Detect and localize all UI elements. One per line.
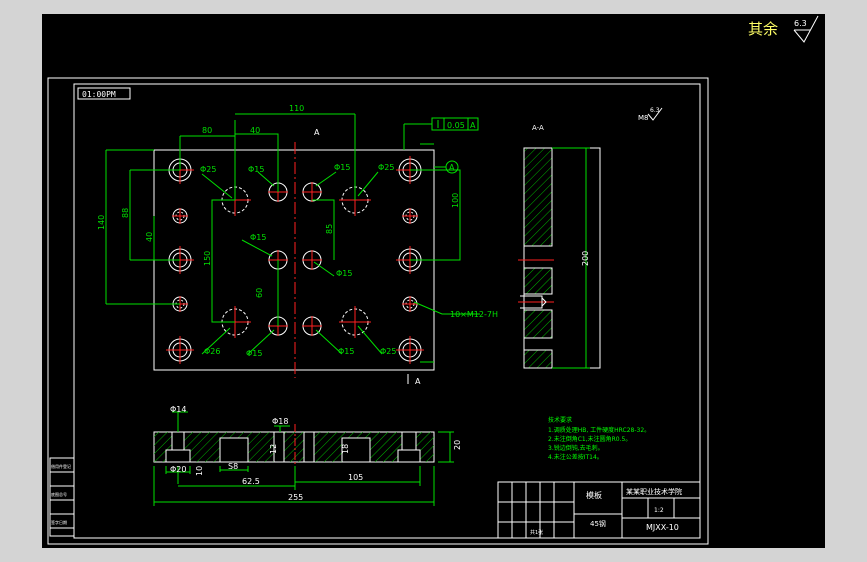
label-phi25-a: Φ25 — [200, 165, 216, 174]
tolerance-value: 0.05 — [447, 121, 465, 130]
dim-150: 150 — [203, 251, 212, 266]
label-phi25-b: Φ25 — [378, 163, 394, 172]
section-hatch-bottom — [523, 349, 553, 369]
section-hatch-upper — [523, 147, 553, 247]
dim-85: 85 — [325, 224, 334, 234]
label-thread: 10×M12-7H — [450, 310, 498, 319]
scale-box-text: 01:00PM — [82, 90, 116, 99]
tech-note-1: 1.调质处理HB, 工件硬度HRC28-32。 — [548, 426, 650, 434]
left-block-row-1: 借用件登记 — [51, 463, 71, 469]
left-block-row-5: 签字日期 — [51, 519, 67, 525]
elevation-hatch — [154, 432, 434, 462]
dim-40-top: 40 — [250, 126, 260, 135]
elev-105: 105 — [348, 473, 363, 482]
corner-note-text: 其余 — [748, 20, 778, 38]
roughness-note-prefix: M8 — [638, 114, 649, 122]
title-drawing-no: MJXX-10 — [646, 523, 679, 532]
elev-a: 12 — [269, 444, 278, 454]
plate-outline — [153, 149, 435, 371]
dim-140: 140 — [97, 215, 106, 230]
elevation-view: Φ14 Φ18 Φ20 10 S8 62.5 105 255 20 12 18 — [153, 405, 462, 506]
tech-notes: 技术要求 1.调质处理HB, 工件硬度HRC28-32。 2.未注倒角C1,未注… — [548, 416, 650, 461]
datum-label: A — [449, 163, 455, 172]
inner-frame — [73, 83, 701, 539]
elev-phi14: Φ14 — [170, 405, 186, 414]
label-phi15-a: Φ15 — [248, 165, 264, 174]
elev-s8: S8 — [228, 462, 238, 471]
elev-10: 10 — [195, 466, 204, 476]
title-part-name: 模板 — [586, 490, 602, 500]
label-phi15-d: Φ15 — [336, 269, 352, 278]
section-label-top: A — [314, 128, 320, 137]
elev-20: 20 — [453, 440, 462, 450]
plan-dimension-lines — [105, 113, 461, 363]
section-hatch-mid — [523, 267, 553, 295]
dim-110: 110 — [289, 104, 304, 113]
cad-drawing-canvas[interactable]: 其余 6.3 01:00PM A 0.05 A 110 80 40 A 140 … — [42, 14, 825, 548]
corner-roughness-value: 6.3 — [794, 19, 807, 28]
section-view: A-A 200 M8 6.3 — [518, 107, 663, 369]
elev-phi18: Φ18 — [272, 417, 288, 426]
elev-62-5: 62.5 — [242, 477, 260, 486]
label-phi15-c: Φ15 — [250, 233, 266, 242]
section-label-bottom: A — [415, 377, 421, 386]
tech-note-2: 2.未注倒角C1,未注圆角R0.5。 — [548, 435, 631, 443]
label-phi25-c: Φ26 — [204, 347, 220, 356]
drawing-svg: 其余 6.3 01:00PM A 0.05 A 110 80 40 A 140 … — [47, 15, 819, 545]
dim-100: 100 — [451, 193, 460, 208]
dim-60: 60 — [255, 288, 264, 298]
title-school: 某某职业技术学院 — [626, 487, 682, 496]
tech-note-3: 3.锐边倒钝,去毛刺。 — [548, 444, 604, 452]
tech-note-4: 4.未注公差按IT14。 — [548, 453, 603, 461]
plan-view: A 0.05 A 110 80 40 A 140 88 40 100 150 6… — [97, 104, 498, 386]
label-phi15-b: Φ15 — [334, 163, 350, 172]
elev-phi20: Φ20 — [170, 465, 186, 474]
dim-40-left: 40 — [145, 232, 154, 242]
outer-frame — [47, 77, 709, 545]
left-block-row-3: 底图总号 — [51, 491, 67, 497]
dim-80: 80 — [202, 126, 212, 135]
dim-200: 200 — [581, 251, 590, 266]
title-material: 45钢 — [590, 519, 606, 528]
section-hatch-lower — [523, 309, 553, 339]
label-phi15-f: Φ15 — [338, 347, 354, 356]
tolerance-datum: A — [470, 121, 476, 130]
title-sheet: 共1张 — [530, 529, 543, 536]
elev-255: 255 — [288, 493, 303, 502]
dim-88: 88 — [121, 208, 130, 218]
title-scale: 1:2 — [654, 507, 664, 514]
section-view-label: A-A — [532, 124, 544, 132]
tech-notes-title: 技术要求 — [548, 416, 572, 424]
label-phi25-d: Φ25 — [380, 347, 396, 356]
plan-leaders — [201, 171, 480, 355]
elev-b: 18 — [341, 444, 350, 454]
label-phi15-e: Φ15 — [246, 349, 262, 358]
